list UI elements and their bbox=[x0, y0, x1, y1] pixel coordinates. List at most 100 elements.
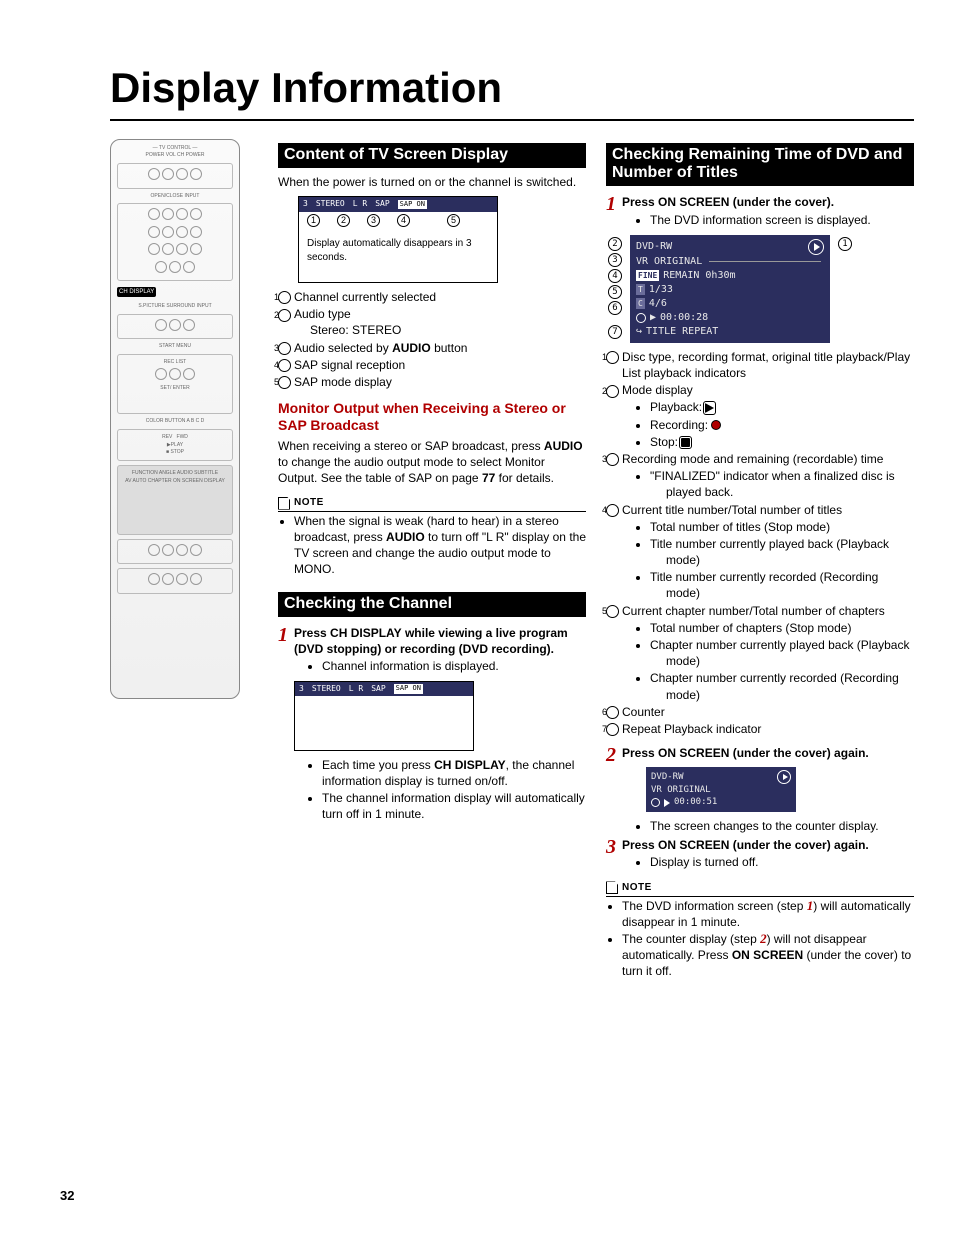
mode-line: Recording: bbox=[650, 417, 914, 433]
legend-text: Audio selected by AUDIO button bbox=[294, 341, 467, 355]
mode-line: Stop: bbox=[650, 434, 914, 450]
ch-display-badge: CH DISPLAY bbox=[117, 287, 156, 297]
step-body: Press ON SCREEN (under the cover) again.… bbox=[622, 745, 914, 835]
list-item: 5SAP mode display bbox=[278, 374, 586, 390]
step-1: 1 Press CH DISPLAY while viewing a live … bbox=[278, 625, 586, 823]
step-2: 2 Press ON SCREEN (under the cover) agai… bbox=[606, 745, 914, 835]
text-span: for details. bbox=[495, 471, 554, 485]
legend-text: Current title number/Total number of tit… bbox=[622, 503, 842, 517]
legend-text: Repeat Playback indicator bbox=[622, 722, 761, 736]
dvd-format: VR ORIGINAL bbox=[651, 784, 791, 796]
rec-icon bbox=[711, 420, 721, 430]
bullet: "FINALIZED" indicator when a finalized d… bbox=[650, 468, 914, 500]
mode-label: Recording: bbox=[650, 418, 708, 432]
step-body: Press ON SCREEN (under the cover). The D… bbox=[622, 194, 914, 228]
note-item: The DVD information screen (step 1) will… bbox=[622, 898, 914, 930]
bullet: Chapter number currently played back (Pl… bbox=[650, 637, 914, 669]
list-item: 1Channel currently selected bbox=[278, 289, 586, 305]
callout-2: 2 bbox=[608, 237, 622, 251]
list-item: 1Disc type, recording format, original t… bbox=[606, 349, 914, 381]
remote-cover: FUNCTION ANGLE AUDIO SUBTITLE AV AUTO CH… bbox=[117, 465, 233, 535]
ch-display-ref: CH DISPLAY bbox=[330, 626, 402, 640]
on-screen-ref: ON SCREEN bbox=[732, 948, 803, 962]
ptr-4: 4 bbox=[397, 214, 410, 227]
list-item: 5Current chapter number/Total number of … bbox=[606, 603, 914, 703]
osd-legend-list: 1Channel currently selected 2Audio typeS… bbox=[278, 289, 586, 390]
mode-line: Playback: bbox=[650, 399, 914, 415]
osd-stereo: STEREO bbox=[316, 199, 345, 210]
remote-row: COLOR BUTTON A B C D bbox=[115, 418, 235, 425]
note-heading: NOTE bbox=[278, 496, 586, 512]
step-lead: Press ON SCREEN (under the cover). bbox=[622, 194, 914, 210]
mode-label: Stop: bbox=[650, 435, 678, 449]
bullet: Display is turned off. bbox=[650, 854, 914, 870]
play-icon bbox=[664, 799, 670, 807]
note-heading: NOTE bbox=[606, 881, 914, 897]
remote-header: — TV CONTROL — bbox=[115, 145, 235, 152]
remote-group bbox=[117, 163, 233, 188]
remote-numpad bbox=[117, 203, 233, 281]
audio-button-ref: AUDIO bbox=[386, 530, 425, 544]
bullet: Total number of chapters (Stop mode) bbox=[650, 620, 914, 636]
osd-bar: 3 STEREO L R SAP SAP ON bbox=[295, 682, 473, 697]
dvd-disc-type: DVD-RW bbox=[636, 240, 672, 254]
on-screen-ref: ON SCREEN bbox=[658, 195, 729, 209]
step-body: Press ON SCREEN (under the cover) again.… bbox=[622, 837, 914, 871]
intro-text: When the power is turned on or the chann… bbox=[278, 174, 586, 190]
column-right: Checking Remaining Time of DVD and Numbe… bbox=[606, 139, 914, 981]
bullet: Channel information is displayed. bbox=[322, 658, 586, 674]
dvd-counter-screen: DVD-RW VR ORIGINAL 00:00:51 bbox=[646, 767, 796, 811]
osd-stereo: STEREO bbox=[312, 684, 341, 695]
column-left: Content of TV Screen Display When the po… bbox=[278, 139, 586, 981]
step-lead: Press ON SCREEN (under the cover) again. bbox=[622, 745, 914, 761]
osd-lr: L R bbox=[349, 684, 363, 695]
callout-3: 3 bbox=[608, 253, 622, 267]
page-title: Display Information bbox=[110, 60, 914, 121]
callout-4: 4 bbox=[608, 269, 622, 283]
osd-sap-on: SAP ON bbox=[398, 200, 427, 209]
dvd-chapter-count: 4/6 bbox=[649, 297, 667, 311]
note-label: NOTE bbox=[294, 496, 324, 510]
callout-1: 1 bbox=[838, 237, 852, 251]
step-body: Press CH DISPLAY while viewing a live pr… bbox=[294, 625, 586, 823]
step-number: 2 bbox=[606, 745, 616, 835]
ptr-3: 3 bbox=[367, 214, 380, 227]
legend-text: SAP signal reception bbox=[294, 358, 405, 372]
legend-text: Mode display bbox=[622, 383, 693, 397]
mode-label: Playback: bbox=[650, 400, 702, 414]
page-ref: 77 bbox=[482, 471, 495, 485]
osd-lr: L R bbox=[353, 199, 367, 210]
text-span: The DVD information screen (step bbox=[622, 899, 807, 913]
osd-sap: SAP bbox=[375, 199, 389, 210]
page-number: 32 bbox=[60, 1187, 74, 1205]
bullet: Total number of titles (Stop mode) bbox=[650, 519, 914, 535]
dvd-chapter-tag: C bbox=[636, 298, 645, 309]
ptr-5: 5 bbox=[447, 214, 460, 227]
section-checking-remaining: Checking Remaining Time of DVD and Numbe… bbox=[606, 143, 914, 187]
list-item: 4Current title number/Total number of ti… bbox=[606, 502, 914, 602]
remote-lbl: SET/ ENTER bbox=[121, 385, 229, 392]
note-item: When the signal is weak (hard to hear) i… bbox=[294, 513, 586, 578]
text-span: When receiving a stereo or SAP broadcast… bbox=[278, 439, 544, 453]
legend-text: Channel currently selected bbox=[294, 290, 436, 304]
osd-pointers: 1 2 3 4 5 bbox=[299, 212, 497, 231]
list-item: 2Mode display Playback: Recording: Stop: bbox=[606, 382, 914, 450]
step-1: 1 Press ON SCREEN (under the cover). The… bbox=[606, 194, 914, 228]
content-columns: Content of TV Screen Display When the po… bbox=[278, 139, 914, 981]
audio-button-ref: AUDIO bbox=[544, 439, 583, 453]
bullet: The DVD information screen is displayed. bbox=[650, 212, 914, 228]
text-span: Press bbox=[622, 838, 658, 852]
note-label: NOTE bbox=[622, 881, 652, 895]
dvd-counter: 00:00:28 bbox=[660, 311, 708, 325]
legend-text: Disc type, recording format, original ti… bbox=[622, 350, 910, 380]
play-indicator-icon bbox=[777, 770, 791, 784]
dvd-legend-list: 1Disc type, recording format, original t… bbox=[606, 349, 914, 737]
osd-channel-num: 3 bbox=[299, 684, 304, 695]
bullet: Each time you press CH DISPLAY, the chan… bbox=[322, 757, 586, 789]
dvd-info-screen: 2 3 4 5 6 7 1 DVD-RW VR ORIGINAL FINE RE… bbox=[630, 235, 830, 343]
remote-column: — TV CONTROL — POWER VOL CH POWER OPEN/C… bbox=[110, 139, 260, 981]
list-item: 7Repeat Playback indicator bbox=[606, 721, 914, 737]
list-item: 4SAP signal reception bbox=[278, 357, 586, 373]
remote-row: START MENU bbox=[115, 343, 235, 350]
stop-icon bbox=[681, 438, 690, 447]
